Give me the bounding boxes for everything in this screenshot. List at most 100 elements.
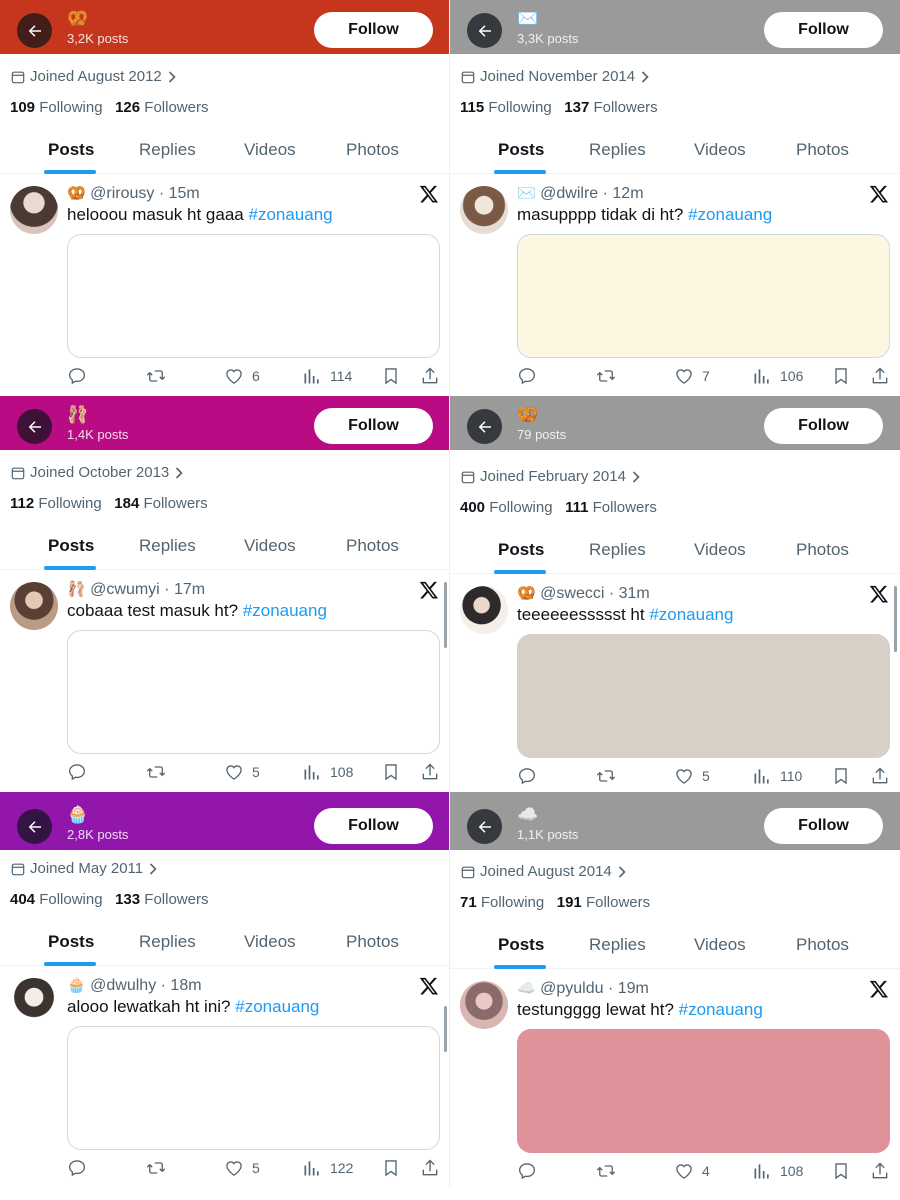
views-button[interactable]: 110 [752,766,802,786]
like-button[interactable]: 5 [224,1158,260,1178]
post[interactable]: 🧁 @dwulhy · 18m alooo lewatkah ht ini? #… [0,966,449,1188]
post[interactable]: 🥨 @rirousy · 15m helooou masuk ht gaaa #… [0,174,449,396]
back-button[interactable] [17,13,52,48]
share-button[interactable] [870,1161,890,1181]
post-handle[interactable]: @dwulhy [90,977,156,994]
tab-photos[interactable]: Photos [796,140,849,160]
post-media[interactable] [517,1029,890,1153]
tab-videos[interactable]: Videos [244,536,296,556]
share-button[interactable] [870,766,890,786]
share-button[interactable] [420,1158,440,1178]
followers-link[interactable]: 133 Followers [115,891,208,908]
share-button[interactable] [870,366,890,386]
reply-button[interactable] [67,762,87,782]
avatar[interactable] [460,186,508,234]
follow-button[interactable]: Follow [764,808,883,844]
repost-button[interactable] [596,366,616,386]
like-button[interactable]: 6 [224,366,260,386]
follow-button[interactable]: Follow [764,408,883,444]
post-hashtag[interactable]: #zonauang [248,205,332,224]
post-media[interactable] [67,1026,440,1150]
tab-videos[interactable]: Videos [694,540,746,560]
repost-button[interactable] [596,1161,616,1181]
bookmark-button[interactable] [381,366,401,386]
follow-button[interactable]: Follow [764,12,883,48]
tab-posts[interactable]: Posts [498,935,544,955]
tab-videos[interactable]: Videos [244,932,296,952]
scrollbar[interactable] [444,582,447,648]
tab-posts[interactable]: Posts [498,140,544,160]
avatar[interactable] [460,981,508,1029]
avatar[interactable] [460,586,508,634]
repost-button[interactable] [146,366,166,386]
back-button[interactable] [17,809,52,844]
views-button[interactable]: 114 [302,366,352,386]
back-button[interactable] [467,13,502,48]
post-hashtag[interactable]: #zonauang [679,1000,763,1019]
repost-button[interactable] [146,762,166,782]
repost-button[interactable] [596,766,616,786]
tab-replies[interactable]: Replies [589,935,646,955]
following-link[interactable]: 109 Following [10,99,103,116]
follow-button[interactable]: Follow [314,808,433,844]
repost-button[interactable] [146,1158,166,1178]
views-button[interactable]: 122 [302,1158,353,1178]
post-handle[interactable]: @swecci [540,585,604,602]
reply-button[interactable] [517,766,537,786]
bookmark-button[interactable] [381,762,401,782]
reply-button[interactable] [67,1158,87,1178]
tab-posts[interactable]: Posts [498,540,544,560]
tab-posts[interactable]: Posts [48,140,94,160]
like-button[interactable]: 5 [674,766,710,786]
bookmark-button[interactable] [381,1158,401,1178]
scrollbar[interactable] [894,586,897,652]
tab-replies[interactable]: Replies [589,540,646,560]
back-button[interactable] [17,409,52,444]
like-button[interactable]: 5 [224,762,260,782]
followers-link[interactable]: 137 Followers [564,99,657,116]
follow-button[interactable]: Follow [314,408,433,444]
post[interactable]: ☁️ @pyuldu · 19m testungggg lewat ht? #z… [450,969,900,1191]
tab-replies[interactable]: Replies [589,140,646,160]
reply-button[interactable] [67,366,87,386]
followers-link[interactable]: 126 Followers [115,99,208,116]
bookmark-button[interactable] [831,766,851,786]
post-handle[interactable]: @dwilre [540,185,598,202]
post-hashtag[interactable]: #zonauang [243,601,327,620]
avatar[interactable] [10,978,58,1026]
tab-videos[interactable]: Videos [244,140,296,160]
post-handle[interactable]: @pyuldu [540,980,603,997]
following-link[interactable]: 112 Following [10,495,102,512]
tab-replies[interactable]: Replies [139,536,196,556]
like-button[interactable]: 7 [674,366,710,386]
tab-photos[interactable]: Photos [796,540,849,560]
tab-photos[interactable]: Photos [346,140,399,160]
post[interactable]: 🥨 @swecci · 31m teeeeeessssst ht #zonaua… [450,574,900,792]
tab-posts[interactable]: Posts [48,536,94,556]
followers-link[interactable]: 184 Followers [114,495,207,512]
joined-date[interactable]: Joined May 2011 [11,860,157,877]
joined-date[interactable]: Joined August 2014 [461,863,626,880]
scrollbar[interactable] [444,1006,447,1052]
post[interactable]: ✉️ @dwilre · 12m masupppp tidak di ht? #… [450,174,900,396]
share-button[interactable] [420,762,440,782]
post-handle[interactable]: @rirousy [90,185,154,202]
post-hashtag[interactable]: #zonauang [688,205,772,224]
reply-button[interactable] [517,1161,537,1181]
followers-link[interactable]: 191 Followers [557,894,650,911]
following-link[interactable]: 115 Following [460,99,552,116]
tab-replies[interactable]: Replies [139,140,196,160]
following-link[interactable]: 71 Following [460,894,544,911]
followers-link[interactable]: 111 Followers [565,499,657,516]
tab-videos[interactable]: Videos [694,935,746,955]
reply-button[interactable] [517,366,537,386]
bookmark-button[interactable] [831,366,851,386]
views-button[interactable]: 106 [752,366,803,386]
avatar[interactable] [10,186,58,234]
share-button[interactable] [420,366,440,386]
post-media[interactable] [67,630,440,754]
following-link[interactable]: 400 Following [460,499,553,516]
tab-replies[interactable]: Replies [139,932,196,952]
tab-posts[interactable]: Posts [48,932,94,952]
tab-videos[interactable]: Videos [694,140,746,160]
